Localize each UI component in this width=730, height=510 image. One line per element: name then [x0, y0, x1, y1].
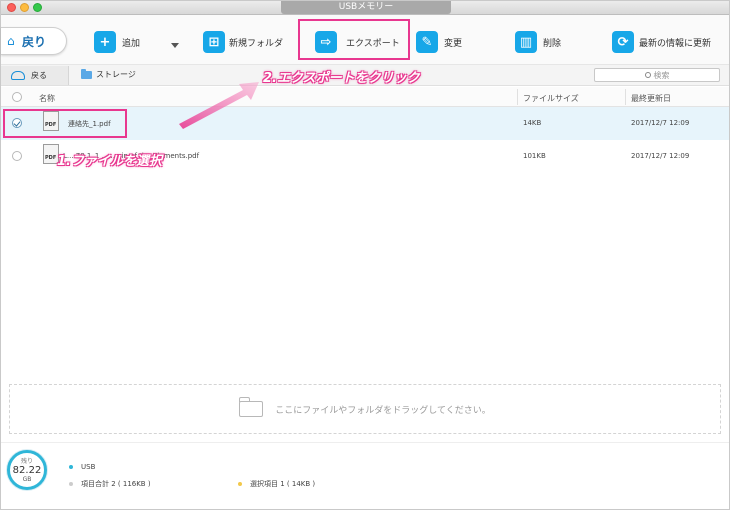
selected-items-label: 選択項目 1 ( 14KB ): [250, 480, 316, 488]
file-table-header: 名称 ファイルサイズ 最終更新日: [1, 87, 729, 107]
window-title: USBメモリー: [281, 1, 451, 14]
edit-button-label: 変更: [444, 38, 463, 49]
minimize-window-button[interactable]: [20, 3, 29, 12]
add-dropdown-arrow-icon[interactable]: [171, 43, 179, 48]
file-size: 14KB: [523, 119, 542, 127]
storage-gauge: 残り 82.22 GB: [7, 450, 47, 490]
gauge-label: 残り: [20, 458, 33, 465]
new-folder-icon: ⊞: [203, 31, 225, 53]
column-header-date[interactable]: 最終更新日: [631, 93, 671, 104]
device-label: USB: [81, 463, 96, 471]
breadcrumb[interactable]: ストレージ: [81, 68, 136, 80]
device-legend: USB: [69, 463, 95, 471]
total-dot-icon: [69, 482, 73, 486]
nav-back-label: 戻る: [31, 71, 47, 80]
folder-icon: [81, 68, 92, 79]
step2-annotation: 2.エクスポートをクリック: [263, 71, 420, 86]
file-size: 101KB: [523, 152, 546, 160]
refresh-icon: ⟳: [612, 31, 634, 53]
column-divider: [625, 89, 626, 105]
selected-dot-icon: [238, 482, 242, 486]
search-icon: [644, 72, 651, 78]
row-checkbox[interactable]: [12, 151, 22, 161]
home-icon: ⌂: [7, 33, 15, 48]
add-file-icon: +: [94, 31, 116, 53]
back-button-label: 戻り: [22, 34, 47, 49]
title-bar: USBメモリー: [1, 1, 729, 15]
step1-annotation: 1.ファイルを選択: [57, 154, 162, 169]
column-header-name[interactable]: 名称: [39, 93, 55, 104]
new-folder-button[interactable]: ⊞ 新規フォルダ: [203, 29, 283, 55]
total-items-label: 項目合計 2 ( 116KB ): [81, 480, 151, 488]
search-input[interactable]: 検索: [594, 68, 720, 82]
file-date: 2017/12/7 12:09: [631, 152, 690, 160]
delete-button-label: 削除: [543, 38, 562, 49]
file-date: 2017/12/7 12:09: [631, 119, 690, 127]
annotation-arrow-icon: [179, 82, 259, 129]
device-dot-icon: [69, 465, 73, 469]
device-icon: [11, 71, 25, 80]
drop-zone[interactable]: ここにファイルやフォルダをドラッグしてください。: [9, 384, 721, 434]
search-placeholder: 検索: [653, 70, 670, 80]
zoom-window-button[interactable]: [33, 3, 42, 12]
breadcrumb-label: ストレージ: [96, 70, 136, 79]
total-items-legend: 項目合計 2 ( 116KB ): [69, 479, 151, 489]
file-highlight-box: [3, 109, 127, 138]
app-window: USBメモリー ⌂ 戻り + 追加 ⊞ 新規フォルダ ⇨ エクスポート ✎ 変更…: [0, 0, 730, 510]
back-button[interactable]: ⌂ 戻り: [1, 27, 67, 55]
add-button[interactable]: + 追加: [94, 29, 140, 55]
column-divider: [517, 89, 518, 105]
column-header-size[interactable]: ファイルサイズ: [523, 93, 579, 104]
select-all-checkbox[interactable]: [12, 92, 22, 102]
status-footer: 残り 82.22 GB USB 項目合計 2 ( 116KB ) 選択項目 1 …: [1, 442, 729, 509]
edit-icon: ✎: [416, 31, 438, 53]
edit-button[interactable]: ✎ 変更: [416, 29, 462, 55]
folder-icon: [239, 397, 264, 417]
refresh-button[interactable]: ⟳ 最新の情報に更新: [612, 29, 711, 55]
selected-items-legend: 選択項目 1 ( 14KB ): [238, 479, 315, 489]
gauge-unit: GB: [22, 476, 32, 483]
refresh-button-label: 最新の情報に更新: [639, 38, 712, 49]
nav-back-button[interactable]: 戻る: [1, 66, 69, 85]
export-highlight-box: [298, 19, 410, 60]
trash-icon: ▥: [515, 31, 537, 53]
add-button-label: 追加: [122, 38, 141, 49]
delete-button[interactable]: ▥ 削除: [515, 29, 561, 55]
new-folder-button-label: 新規フォルダ: [229, 38, 284, 49]
close-window-button[interactable]: [7, 3, 16, 12]
drop-zone-text: ここにファイルやフォルダをドラッグしてください。: [275, 405, 491, 416]
gauge-value: 82.22: [12, 465, 42, 476]
